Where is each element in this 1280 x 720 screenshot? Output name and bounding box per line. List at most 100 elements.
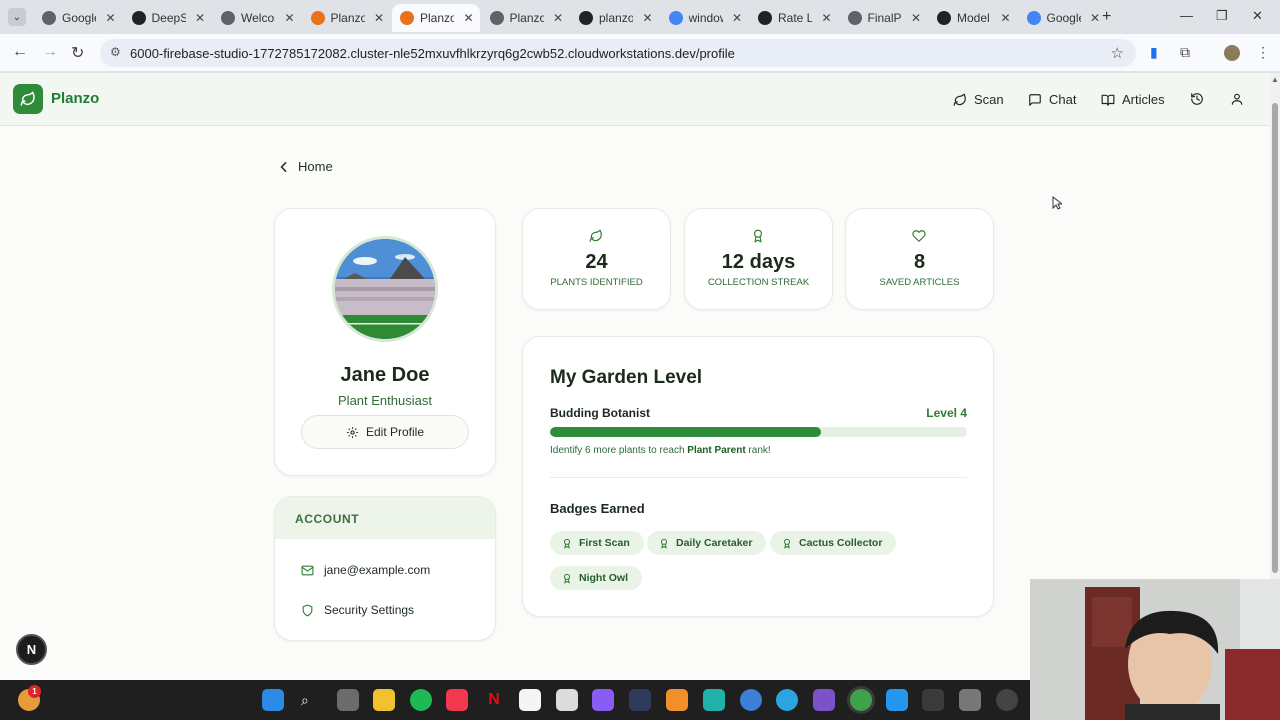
- close-tab-icon[interactable]: ✕: [463, 11, 473, 25]
- docker-icon[interactable]: [886, 689, 908, 711]
- forward-icon[interactable]: →: [42, 43, 58, 61]
- account-email-row[interactable]: jane@example.com: [301, 563, 430, 577]
- nav-chat[interactable]: Chat: [1028, 92, 1076, 107]
- browser-tab[interactable]: DeepSeek ✕: [124, 4, 212, 32]
- browser-tab[interactable]: FinalP ✕: [840, 4, 928, 32]
- netflix-icon[interactable]: N: [483, 689, 505, 711]
- back-icon[interactable]: ←: [12, 43, 28, 61]
- close-tab-icon[interactable]: ✕: [821, 11, 831, 25]
- minimize-button[interactable]: —: [1180, 8, 1193, 23]
- close-tab-icon[interactable]: ✕: [1000, 11, 1010, 25]
- brand-name[interactable]: Planzo: [51, 90, 99, 107]
- tab-title: FinalP: [867, 11, 902, 25]
- badge-first-scan[interactable]: First Scan: [550, 531, 644, 555]
- profile-role: Plant Enthusiast: [338, 393, 432, 408]
- notepad-icon[interactable]: [556, 689, 578, 711]
- stat-card-streak: 12 days COLLECTION STREAK: [684, 208, 833, 310]
- scroll-up-icon[interactable]: ▲: [1271, 75, 1279, 84]
- reload-icon[interactable]: ↻: [71, 43, 84, 63]
- browser-tab[interactable]: Google ✕: [34, 4, 122, 32]
- search-icon[interactable]: ⌕: [301, 692, 309, 709]
- microsoft-store-icon[interactable]: [519, 689, 541, 711]
- bookmark-star-icon[interactable]: ☆: [1111, 44, 1124, 62]
- browser-tab[interactable]: Model ✕: [929, 4, 1017, 32]
- restore-button[interactable]: ❐: [1216, 8, 1228, 24]
- site-info-icon[interactable]: ⚙: [110, 45, 121, 59]
- mail-icon: [301, 565, 314, 575]
- security-settings-link[interactable]: Security Settings: [301, 603, 414, 617]
- badge-label: Night Owl: [579, 572, 628, 584]
- level-hint-target: Plant Parent: [687, 445, 746, 456]
- close-tab-icon[interactable]: ✕: [284, 11, 294, 25]
- badge-cactus-collector[interactable]: Cactus Collector: [770, 531, 897, 555]
- nav-articles[interactable]: Articles: [1101, 92, 1165, 107]
- obs-icon[interactable]: [996, 689, 1018, 711]
- browser-tab[interactable]: Planzo ✕: [482, 4, 570, 32]
- windows-start-icon[interactable]: [262, 689, 284, 711]
- leaf-icon: [953, 93, 966, 106]
- profile-name: Jane Doe: [340, 364, 430, 386]
- close-tab-icon[interactable]: ✕: [553, 11, 563, 25]
- nav-chat-label: Chat: [1049, 92, 1077, 107]
- planzo-logo-icon[interactable]: [13, 84, 43, 114]
- close-tab-icon[interactable]: ✕: [1090, 11, 1100, 25]
- close-tab-icon[interactable]: ✕: [732, 11, 742, 25]
- nav-articles-label: Articles: [1122, 92, 1165, 107]
- dev-tools-indicator-button[interactable]: N: [16, 634, 47, 665]
- chevron-left-icon: [280, 161, 287, 172]
- edit-profile-button[interactable]: Edit Profile: [301, 415, 469, 449]
- breadcrumb-home-label: Home: [298, 159, 333, 174]
- level-label: Level 4: [926, 406, 967, 420]
- close-tab-icon[interactable]: ✕: [911, 11, 921, 25]
- dev-home-icon[interactable]: [629, 689, 651, 711]
- tab-title: Rate Limit: [778, 11, 812, 25]
- browser-tab[interactable]: Google ✕: [1019, 4, 1107, 32]
- file-explorer-icon[interactable]: [373, 689, 395, 711]
- nav-scan[interactable]: Scan: [953, 92, 1004, 107]
- apple-music-icon[interactable]: [446, 689, 468, 711]
- browser-tab[interactable]: Welcome ✕: [213, 4, 301, 32]
- badge-daily-caretaker[interactable]: Daily Caretaker: [647, 531, 767, 555]
- xampp-icon[interactable]: [666, 689, 688, 711]
- windows-taskbar: 1 ⌕ N: [0, 680, 1030, 720]
- app-icon[interactable]: [959, 689, 981, 711]
- badge-night-owl[interactable]: Night Owl: [550, 566, 642, 590]
- tab-title: Google: [62, 11, 96, 25]
- chrome-icon[interactable]: [850, 689, 872, 711]
- browser-tab[interactable]: planzo ✕: [571, 4, 659, 32]
- avatar[interactable]: [332, 236, 438, 342]
- browser-tab[interactable]: window ✕: [661, 4, 749, 32]
- profile-avatar-icon[interactable]: [1224, 45, 1240, 61]
- spotify-icon[interactable]: [410, 689, 432, 711]
- url-input[interactable]: ⚙ 6000-firebase-studio-1772785172082.clu…: [100, 39, 1136, 67]
- close-tab-icon[interactable]: ✕: [374, 11, 384, 25]
- security-app-icon[interactable]: [740, 689, 762, 711]
- tab-title: Google: [1046, 11, 1081, 25]
- extension-icon[interactable]: ▮: [1150, 44, 1158, 61]
- history-icon[interactable]: [1190, 92, 1204, 106]
- browser-tab[interactable]: Planzo ✕: [303, 4, 391, 32]
- browser-tab[interactable]: Planzo ✕: [392, 4, 480, 32]
- stat-value: 12 days: [721, 251, 796, 273]
- new-tab-button[interactable]: +: [1102, 8, 1111, 26]
- tab-title: Planzo: [330, 11, 365, 25]
- edge-icon[interactable]: [776, 689, 798, 711]
- security-settings-label: Security Settings: [324, 603, 415, 617]
- lightning-app-icon[interactable]: [703, 689, 725, 711]
- close-tab-icon[interactable]: ✕: [105, 11, 115, 25]
- browser-tab[interactable]: Rate Limit ✕: [750, 4, 838, 32]
- scrollbar-thumb[interactable]: [1272, 103, 1278, 573]
- tab-search-button[interactable]: ⌄: [8, 8, 26, 26]
- extensions-puzzle-icon[interactable]: ⧉: [1180, 44, 1190, 61]
- close-window-button[interactable]: ✕: [1252, 8, 1263, 24]
- kebab-menu-icon[interactable]: ⋮: [1256, 44, 1270, 61]
- close-tab-icon[interactable]: ✕: [195, 11, 205, 25]
- terminal-icon[interactable]: [922, 689, 944, 711]
- copilot-icon[interactable]: [592, 689, 614, 711]
- level-progress-bar: [550, 427, 967, 437]
- close-tab-icon[interactable]: ✕: [642, 11, 652, 25]
- user-icon[interactable]: [1230, 92, 1244, 106]
- back-to-home-link[interactable]: Home: [280, 159, 333, 174]
- task-view-icon[interactable]: [337, 689, 359, 711]
- feather-app-icon[interactable]: [813, 689, 835, 711]
